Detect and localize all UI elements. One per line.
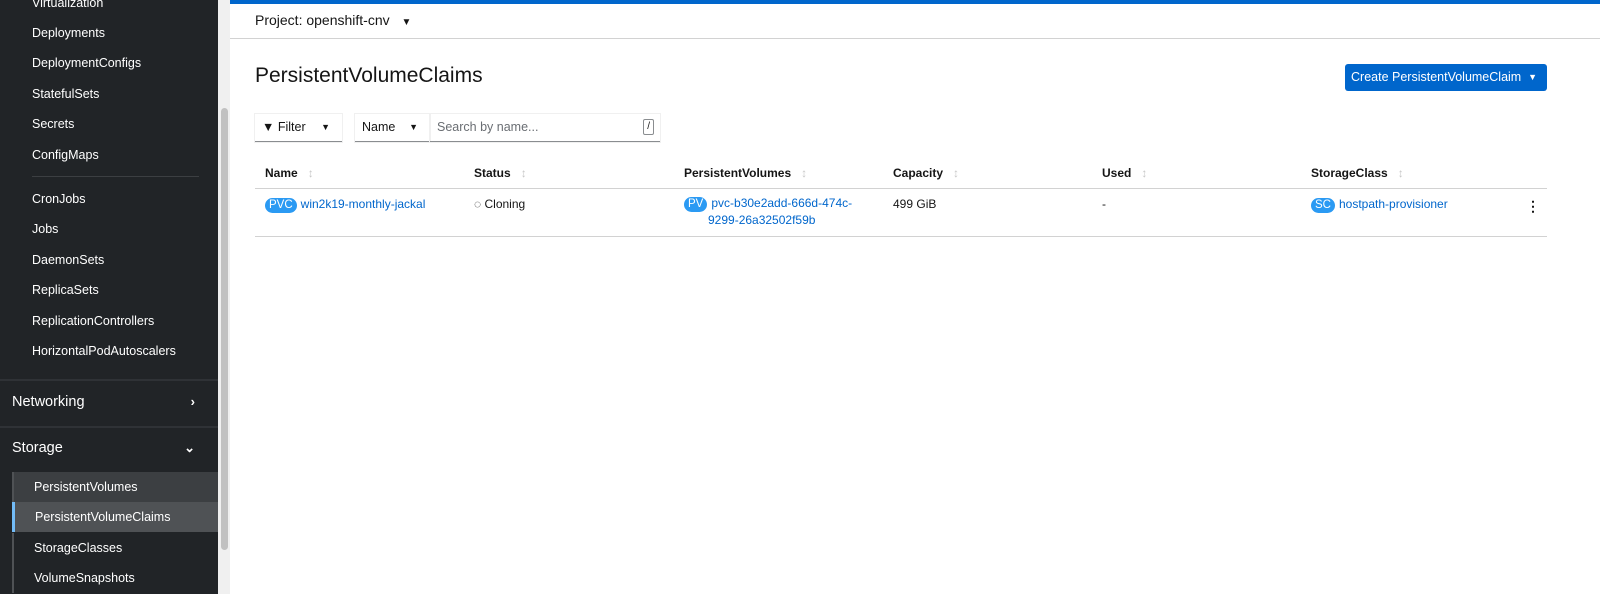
- sidebar: Virtualization Deployments DeploymentCon…: [0, 0, 218, 594]
- capacity-cell: 499 GiB: [893, 197, 937, 211]
- nav-section-storage[interactable]: Storage ⌄: [12, 440, 207, 456]
- button-label: Create PersistentVolumeClaim: [1351, 70, 1522, 84]
- nav-hpa[interactable]: HorizontalPodAutoscalers: [32, 344, 176, 358]
- nav-deployments[interactable]: Deployments: [32, 26, 105, 40]
- caret-down-icon: ▼: [401, 17, 412, 28]
- header-label: Status: [474, 166, 511, 180]
- col-header-capacity[interactable]: Capacity ↕: [893, 166, 959, 180]
- header-label: Capacity: [893, 166, 944, 180]
- nav-persistentvolumeclaims[interactable]: PersistentVolumeClaims: [12, 502, 218, 532]
- filter-dropdown[interactable]: ▼ Filter ▼: [255, 114, 342, 142]
- project-selector[interactable]: Project: openshift-cnv ▼: [230, 4, 1600, 39]
- status-cell: ◌ Cloning: [474, 197, 525, 211]
- nav-persistentvolumes[interactable]: PersistentVolumes: [12, 472, 218, 502]
- divider: [0, 379, 218, 381]
- divider: [0, 426, 218, 428]
- storageclass-cell[interactable]: SC hostpath-provisioner: [1311, 197, 1448, 213]
- nav-virtualization[interactable]: Virtualization: [32, 0, 103, 10]
- pvc-name-cell[interactable]: PVC win2k19-monthly-jackal: [265, 197, 425, 213]
- project-label: Project: openshift-cnv: [255, 12, 390, 28]
- sort-icon[interactable]: ↕: [801, 166, 807, 180]
- pv-cell[interactable]: PV pvc-b30e2add-666d-474c- 9299-26a32502f5…: [684, 195, 852, 229]
- shortcut-hint: /: [643, 119, 654, 135]
- header-label: Name: [265, 166, 298, 180]
- sort-icon[interactable]: ↕: [1398, 166, 1404, 180]
- caret-down-icon: ▼: [1528, 72, 1537, 82]
- nav-storageclasses[interactable]: StorageClasses: [12, 533, 218, 563]
- pvc-badge: PVC: [265, 198, 297, 213]
- col-header-used[interactable]: Used ↕: [1102, 166, 1147, 180]
- status-text: Cloning: [484, 197, 526, 211]
- search-input[interactable]: Search by name... /: [430, 114, 660, 142]
- nav-statefulsets[interactable]: StatefulSets: [32, 87, 99, 101]
- nav-jobs[interactable]: Jobs: [32, 222, 58, 236]
- pv-link[interactable]: pvc-b30e2add-666d-474c-: [711, 196, 852, 210]
- nav-deploymentconfigs[interactable]: DeploymentConfigs: [32, 56, 141, 70]
- nav-secrets[interactable]: Secrets: [32, 117, 74, 131]
- sc-link[interactable]: hostpath-provisioner: [1339, 197, 1448, 211]
- header-label: PersistentVolumes: [684, 166, 792, 180]
- sort-icon[interactable]: ↕: [521, 166, 527, 180]
- nav-volumesnapshots[interactable]: VolumeSnapshots: [12, 563, 218, 593]
- row-divider: [255, 236, 1547, 237]
- col-header-storageclass[interactable]: StorageClass ↕: [1311, 166, 1404, 180]
- filter-icon: ▼: [262, 120, 275, 134]
- divider: [32, 176, 199, 177]
- filter-label: Filter: [277, 120, 306, 134]
- name-select-label: Name: [362, 120, 396, 134]
- create-pvc-button[interactable]: Create PersistentVolumeClaim ▼: [1345, 64, 1547, 91]
- sort-icon[interactable]: ↕: [953, 166, 959, 180]
- nav-section-networking[interactable]: Networking ›: [12, 394, 207, 410]
- pv-badge: PV: [684, 197, 708, 212]
- spinner-icon: ◌: [474, 197, 482, 211]
- header-label: Used: [1102, 166, 1132, 180]
- nav-configmaps[interactable]: ConfigMaps: [32, 148, 99, 162]
- page-title: PersistentVolumeClaims: [255, 64, 483, 87]
- nav-replicasets[interactable]: ReplicaSets: [32, 283, 99, 297]
- section-label: Storage: [12, 440, 63, 456]
- header-label: StorageClass: [1311, 166, 1388, 180]
- scrollbar-thumb[interactable]: [221, 108, 228, 550]
- nav-replicationcontrollers[interactable]: ReplicationControllers: [32, 314, 154, 328]
- used-cell: -: [1102, 197, 1106, 211]
- caret-down-icon: ▼: [321, 122, 330, 132]
- search-placeholder: Search by name...: [437, 120, 539, 134]
- caret-down-icon: ▼: [409, 122, 418, 132]
- pv-link-cont[interactable]: 9299-26a32502f59b: [708, 213, 815, 227]
- pvc-link[interactable]: win2k19-monthly-jackal: [301, 197, 426, 211]
- nav-daemonsets[interactable]: DaemonSets: [32, 253, 104, 267]
- chevron-right-icon: ›: [190, 394, 195, 409]
- sort-icon[interactable]: ↕: [308, 166, 314, 180]
- header-divider: [255, 188, 1547, 189]
- col-header-name[interactable]: Name ↕: [265, 166, 314, 180]
- sc-badge: SC: [1311, 198, 1335, 213]
- name-select[interactable]: Name ▼: [355, 114, 430, 142]
- col-header-status[interactable]: Status ↕: [474, 166, 527, 180]
- chevron-down-icon: ⌄: [184, 440, 195, 455]
- section-label: Networking: [12, 394, 85, 410]
- sort-icon[interactable]: ↕: [1141, 166, 1147, 180]
- nav-cronjobs[interactable]: CronJobs: [32, 192, 86, 206]
- col-header-pv[interactable]: PersistentVolumes ↕: [684, 166, 807, 180]
- kebab-menu-icon[interactable]: ⋮: [1526, 198, 1540, 215]
